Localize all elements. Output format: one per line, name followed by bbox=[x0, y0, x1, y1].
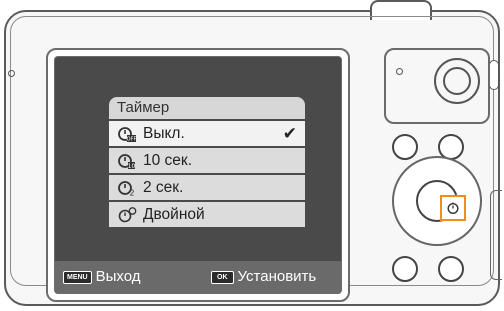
exit-label: Выход bbox=[95, 268, 141, 285]
menu-title: Таймер bbox=[109, 97, 305, 119]
svg-text:2: 2 bbox=[129, 188, 134, 197]
timer-10s-icon: 10 bbox=[117, 152, 137, 170]
menu-item-off[interactable]: OFF Выкл. ✔ bbox=[109, 121, 305, 146]
menu-item-label: 10 сек. bbox=[143, 152, 193, 169]
svg-text:10: 10 bbox=[128, 163, 136, 170]
navigation-dial[interactable] bbox=[392, 156, 482, 246]
menu-key-icon: MENU bbox=[63, 270, 92, 284]
lcd-screen: Таймер OFF Выкл. ✔ 10 10 сек. 2 2 сек. Д… bbox=[54, 56, 342, 294]
timer-double-icon bbox=[117, 206, 137, 224]
mode-button-inner bbox=[443, 67, 471, 95]
mode-button[interactable] bbox=[434, 58, 480, 104]
timer-off-icon: OFF bbox=[117, 125, 137, 143]
menu-item-double[interactable]: Двойной bbox=[109, 202, 305, 227]
menu-item-10s[interactable]: 10 10 сек. bbox=[109, 148, 305, 173]
control-panel bbox=[384, 48, 494, 300]
svg-text:OFF: OFF bbox=[127, 136, 137, 142]
set-hint[interactable]: OK Установить bbox=[211, 268, 316, 286]
menu-item-label: Двойной bbox=[143, 206, 205, 223]
menu-item-label: Выкл. bbox=[143, 125, 185, 142]
top-control-area bbox=[384, 48, 490, 124]
indicator-light bbox=[396, 68, 403, 75]
menu-item-label: 2 сек. bbox=[143, 179, 184, 196]
timer-button[interactable] bbox=[440, 195, 466, 221]
set-label: Установить bbox=[237, 268, 317, 285]
menu-item-2s[interactable]: 2 2 сек. bbox=[109, 175, 305, 200]
timer-2s-icon: 2 bbox=[117, 179, 137, 197]
exit-hint[interactable]: MENU Выход bbox=[63, 268, 141, 286]
button-bottom-right[interactable] bbox=[438, 256, 464, 282]
timer-menu: Таймер OFF Выкл. ✔ 10 10 сек. 2 2 сек. Д… bbox=[109, 97, 305, 227]
checkmark-icon: ✔ bbox=[282, 124, 297, 143]
ok-key-icon: OK bbox=[211, 270, 234, 284]
timer-icon bbox=[447, 202, 459, 215]
button-top-left[interactable] bbox=[392, 134, 418, 160]
left-screw-icon bbox=[8, 70, 15, 77]
screen-footer: MENU Выход OK Установить bbox=[55, 261, 341, 293]
button-bottom-left[interactable] bbox=[392, 256, 418, 282]
